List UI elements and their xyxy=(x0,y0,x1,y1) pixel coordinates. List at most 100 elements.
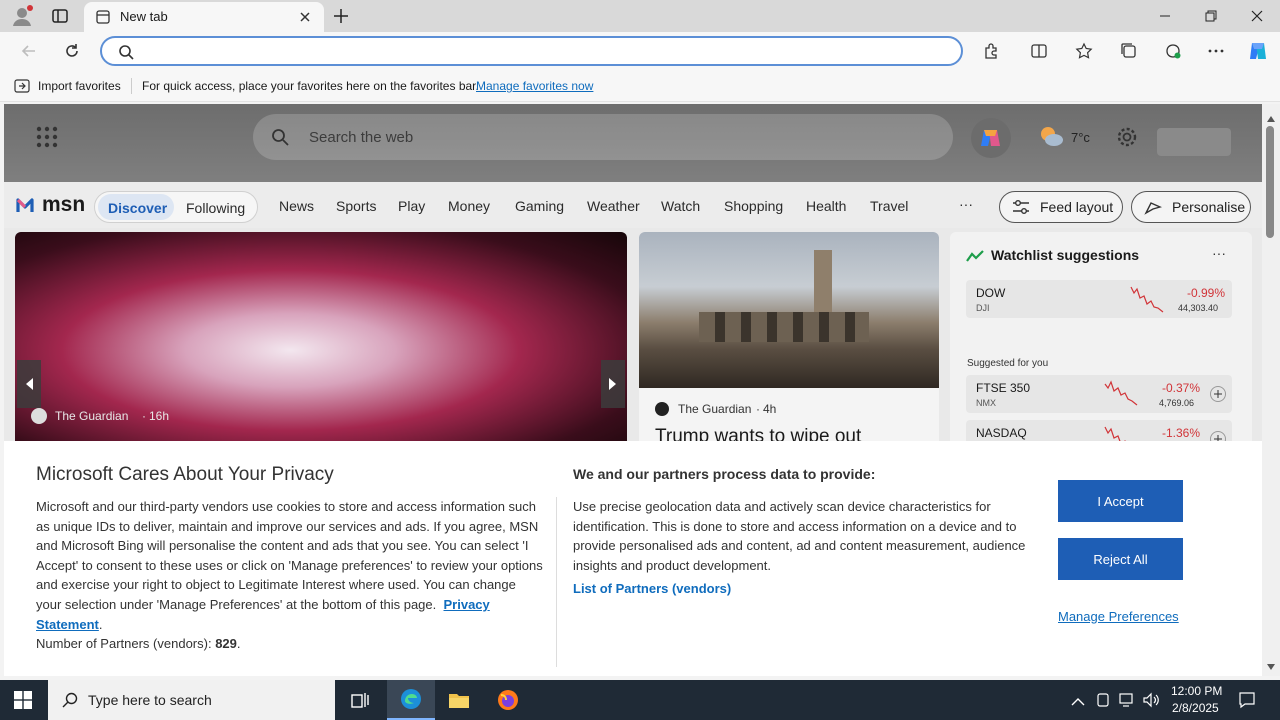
copilot-icon[interactable] xyxy=(1245,38,1271,64)
nav-more[interactable]: ··· xyxy=(959,196,973,212)
feed-layout-label: Feed layout xyxy=(1040,199,1114,215)
nav-shopping[interactable]: Shopping xyxy=(724,198,783,214)
manage-favorites-link[interactable]: Manage favorites now xyxy=(476,79,593,93)
refresh-icon[interactable] xyxy=(59,38,85,64)
notifications-icon[interactable] xyxy=(1238,691,1256,709)
weather-temp[interactable]: 7°c xyxy=(1071,130,1090,145)
dow-price: 44,303.40 xyxy=(1178,303,1219,313)
page-scrollbar[interactable] xyxy=(1262,104,1280,676)
privacy-right-body: Use precise geolocation data and activel… xyxy=(573,497,1037,575)
clock-date[interactable]: 2/8/2025 xyxy=(1172,701,1219,715)
favbar-hint: For quick access, place your favorites h… xyxy=(142,79,479,93)
hero-age: 16h xyxy=(149,409,170,423)
watchlist-more[interactable]: ··· xyxy=(1212,245,1226,261)
network-icon[interactable] xyxy=(1118,692,1136,708)
nav-gaming[interactable]: Gaming xyxy=(515,198,564,214)
ftse-price: 4,769.06 xyxy=(1159,398,1195,408)
msn-search-icon xyxy=(271,128,289,146)
firefox-icon[interactable] xyxy=(497,689,519,711)
nav-travel[interactable]: Travel xyxy=(870,198,908,214)
close-window-icon[interactable] xyxy=(1234,0,1280,32)
hero-story-card[interactable]: The Guardian · 16h xyxy=(15,232,627,447)
extensions-icon[interactable] xyxy=(978,38,1004,64)
nav-money[interactable]: Money xyxy=(448,198,490,214)
task-view-icon[interactable] xyxy=(350,690,370,710)
address-bar[interactable] xyxy=(100,36,963,66)
clock-time[interactable]: 12:00 PM xyxy=(1171,684,1222,698)
privacy-banner: Microsoft Cares About Your Privacy Micro… xyxy=(4,441,1262,676)
nav-news[interactable]: News xyxy=(279,198,314,214)
taskbar-search-input[interactable]: Type here to search xyxy=(48,680,335,720)
apps-grid-icon[interactable] xyxy=(36,126,58,148)
favorites-bar: Import favorites For quick access, place… xyxy=(0,70,1280,102)
watch-row-dow[interactable]: DOW DJI -0.99% 44,303.40 xyxy=(966,280,1232,318)
story-2-source: The Guardian xyxy=(678,402,752,416)
weather-icon[interactable] xyxy=(1038,124,1064,148)
manage-preferences-link[interactable]: Manage Preferences xyxy=(1058,609,1179,624)
accept-button[interactable]: I Accept xyxy=(1058,480,1183,522)
tab-following-label[interactable]: Following xyxy=(186,200,245,216)
tab-discover-label[interactable]: Discover xyxy=(108,200,167,216)
privacy-body: Microsoft and our third-party vendors us… xyxy=(36,499,543,652)
tab-new-tab[interactable]: New tab xyxy=(84,2,324,32)
edge-taskbar-icon[interactable] xyxy=(387,680,435,720)
personalise-button[interactable]: Personalise xyxy=(1131,191,1251,223)
nav-weather[interactable]: Weather xyxy=(587,198,640,214)
tray-chevron-icon[interactable] xyxy=(1071,694,1085,706)
profile-icon[interactable] xyxy=(10,4,34,28)
sign-in-button[interactable] xyxy=(1157,128,1231,156)
stocks-chart-icon xyxy=(966,249,984,262)
new-tab-plus-icon[interactable] xyxy=(331,6,351,26)
windows-start-icon[interactable] xyxy=(14,691,32,709)
watch-row-ftse[interactable]: FTSE 350 NMX -0.37% 4,769.06 xyxy=(966,375,1232,413)
msn-search-input[interactable]: Search the web xyxy=(253,114,953,160)
collections-icon[interactable] xyxy=(1116,38,1142,64)
more-menu-icon[interactable] xyxy=(1203,38,1229,64)
nav-health[interactable]: Health xyxy=(806,198,846,214)
file-explorer-icon[interactable] xyxy=(448,690,470,710)
hero-prev-arrow-icon[interactable] xyxy=(17,360,41,408)
list-of-partners-link[interactable]: List of Partners (vendors) xyxy=(573,581,731,596)
story-2-separator: · xyxy=(756,402,760,416)
feed-layout-button[interactable]: Feed layout xyxy=(999,191,1123,223)
settings-gear-icon[interactable] xyxy=(1116,126,1138,148)
add-ftse-icon[interactable] xyxy=(1210,386,1226,402)
msn-logo[interactable]: msn xyxy=(16,192,85,220)
volume-icon[interactable] xyxy=(1142,692,1160,708)
scroll-thumb[interactable] xyxy=(1266,126,1274,238)
suggested-for-you: Suggested for you xyxy=(967,358,1049,369)
import-favorites-label[interactable]: Import favorites xyxy=(38,79,121,93)
tray-device-icon[interactable] xyxy=(1096,692,1110,708)
back-arrow-icon[interactable] xyxy=(16,38,42,64)
partners-count-label: Number of Partners (vendors): xyxy=(36,636,212,652)
hero-next-arrow-icon[interactable] xyxy=(601,360,625,408)
browser-essentials-icon[interactable] xyxy=(1160,38,1186,64)
story-2-age: 4h xyxy=(763,402,777,416)
reject-all-button[interactable]: Reject All xyxy=(1058,538,1183,580)
privacy-right-text: Use precise geolocation data and activel… xyxy=(573,499,1026,573)
scroll-up-arrow-icon[interactable] xyxy=(1266,110,1276,122)
nav-watch[interactable]: Watch xyxy=(661,198,700,214)
favorites-star-icon[interactable] xyxy=(1071,38,1097,64)
favbar-divider xyxy=(131,78,132,94)
import-favorites-icon[interactable] xyxy=(14,78,30,94)
story-card-2[interactable]: The Guardian · 4h Trump wants to wipe ou… xyxy=(639,232,939,447)
msn-header: Search the web 7°c xyxy=(4,104,1262,182)
watchlist-card: Watchlist suggestions ··· DOW DJI -0.99%… xyxy=(950,232,1252,458)
nav-sports[interactable]: Sports xyxy=(336,198,376,214)
tab-actions-icon[interactable] xyxy=(50,6,70,26)
msn-nav-row: msn Discover Following News Sports Play … xyxy=(4,182,1262,228)
scroll-down-arrow-icon[interactable] xyxy=(1266,658,1276,670)
copilot-icon[interactable] xyxy=(971,118,1011,158)
dow-change: -0.99% xyxy=(1187,286,1226,300)
feed-layout-icon xyxy=(1012,199,1030,215)
minimize-icon[interactable] xyxy=(1142,0,1188,32)
ftse-name: FTSE 350 xyxy=(976,381,1031,395)
dow-name: DOW xyxy=(976,286,1006,300)
new-tab-icon xyxy=(96,10,110,24)
split-screen-icon[interactable] xyxy=(1026,38,1052,64)
close-tab-icon[interactable] xyxy=(298,10,312,24)
restore-icon[interactable] xyxy=(1188,0,1234,32)
nav-play[interactable]: Play xyxy=(398,198,425,214)
taskbar: Type here to search 12:00 PM 2/8/2025 xyxy=(0,680,1280,720)
